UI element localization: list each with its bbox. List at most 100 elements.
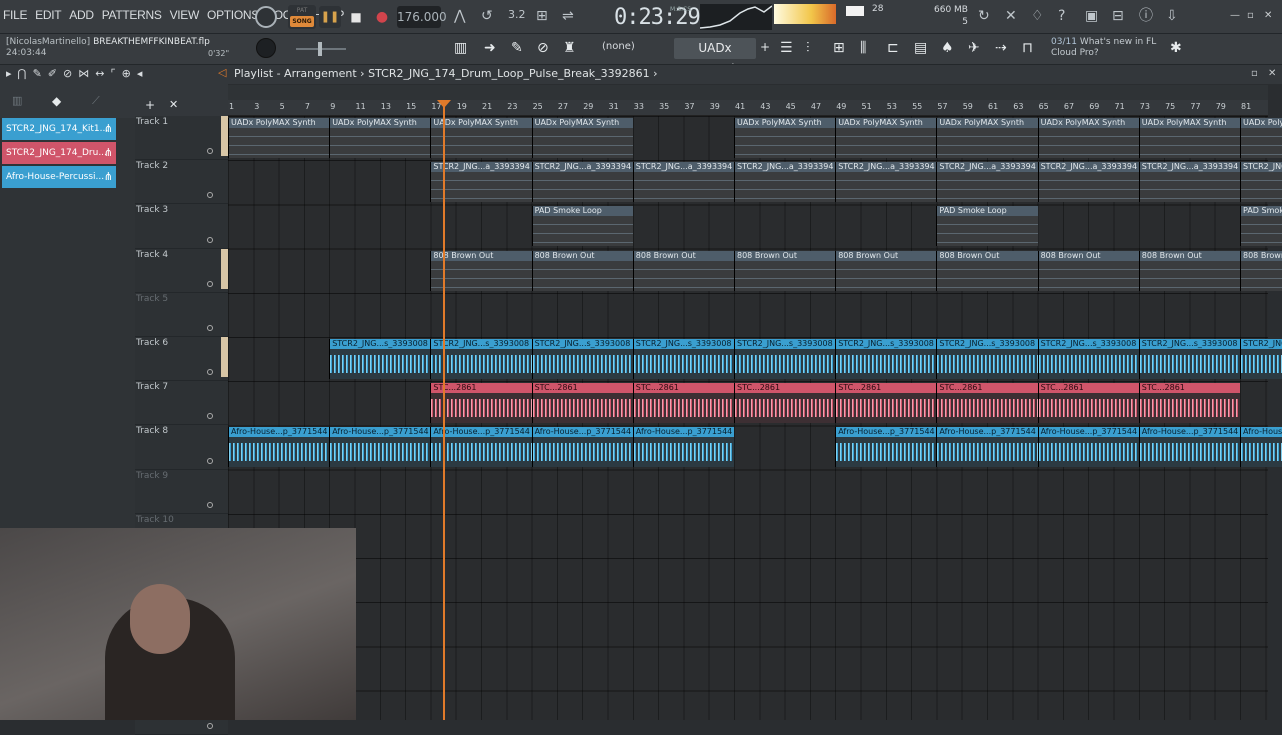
countdown-icon[interactable]: ⇌ — [562, 9, 574, 23]
playlist-clip[interactable]: UADx PolyMAX Synth — [1037, 118, 1139, 158]
track-header[interactable]: Track 5 — [135, 292, 228, 337]
playlist-clip[interactable]: STCR2_JNG...s_3393008 — [430, 339, 532, 379]
waveform-icon[interactable]: ◆ — [52, 94, 61, 108]
playlist-clip[interactable]: 808 Brown Out — [632, 250, 734, 291]
slip-tool-icon[interactable]: ↔ — [95, 67, 110, 80]
track-header[interactable]: Track 4 — [135, 248, 228, 293]
menu-edit[interactable]: EDIT — [34, 8, 62, 22]
metronome-icon[interactable]: ⋀ — [454, 9, 465, 23]
playlist-clip[interactable]: STCR2_JNG...s_3393008 — [734, 339, 836, 379]
cart-icon[interactable]: ⊓ — [1022, 40, 1033, 56]
browser-icon[interactable]: ⊏ — [887, 40, 899, 56]
playlist-clip[interactable]: Afro-House...p_3771544 — [835, 427, 937, 468]
playlist-clip[interactable]: Afro-House...p_3771544 — [1037, 427, 1139, 468]
typing-keyboard-icon[interactable]: ⊞ — [536, 9, 548, 23]
playlist-maximize-icon[interactable]: ▫ — [1251, 68, 1258, 79]
song-overview[interactable] — [228, 85, 1268, 100]
back-arrow-icon[interactable]: ◁ — [218, 66, 226, 79]
track-mute-dot[interactable] — [207, 501, 213, 508]
playlist-clip[interactable]: UADx PolyMAX Synth — [228, 118, 330, 158]
track-header[interactable]: Track 6 — [135, 336, 228, 382]
playlist-clip[interactable]: STCR2_JNG...s_3393008 — [329, 339, 431, 379]
step-edit-icon[interactable]: 3.2 — [508, 9, 526, 20]
playlist-clip[interactable]: Afro-House...p_3771544 — [1138, 427, 1240, 468]
playlist-clip[interactable]: PAD Smoke Loop — [936, 206, 1038, 247]
grid-icon[interactable]: ▥ — [12, 94, 22, 107]
playlist-clip[interactable]: STCR2_JNG...s_3393008 — [1138, 339, 1240, 379]
delete-tool-icon[interactable]: ⊘ — [63, 67, 78, 80]
track-mute-dot[interactable] — [207, 148, 213, 155]
playlist-clip[interactable]: STCR2_JNG...s_3393008 — [531, 339, 633, 379]
clip-item[interactable]: Afro-House-Percussi... ⋔ — [2, 166, 116, 188]
playlist-clip[interactable]: UADx PolyMAX Synth — [1138, 118, 1240, 158]
playlist-clip[interactable]: STCR2_JNG...a_3393394 — [1240, 162, 1282, 203]
playlist-clip[interactable]: Afro-House...p_3771544 — [936, 427, 1038, 468]
main-pitch-knob[interactable] — [256, 38, 276, 58]
info-icon[interactable]: ⓘ — [1139, 9, 1153, 23]
track-mute-dot[interactable] — [207, 280, 213, 287]
help-icon[interactable]: ? — [1058, 9, 1065, 23]
close-icon[interactable]: ✕ — [1264, 10, 1272, 21]
news-panel[interactable]: 03/11 What's new in FL Cloud Pro? — [1051, 37, 1156, 59]
playlist-clip[interactable]: STCR2_JNG...s_3393008 — [936, 339, 1038, 379]
track-header[interactable]: Track 1 — [135, 116, 228, 161]
master-volume-knob[interactable] — [255, 6, 277, 28]
settings-icon[interactable]: ✱ — [1170, 40, 1182, 56]
playlist-clip[interactable]: STC...2861 — [835, 383, 937, 424]
record-audio-icon[interactable]: ⇢ — [995, 40, 1007, 56]
slider-handle[interactable] — [318, 42, 322, 56]
magnet-icon[interactable]: ⋂ — [18, 67, 33, 80]
playlist-grid[interactable]: UADx PolyMAX Synth UADx PolyMAX Synth UADx… — [228, 116, 1282, 720]
playlist-clip[interactable]: Afro-House...p_3771544 — [329, 427, 431, 468]
playhead[interactable] — [443, 100, 445, 720]
draw-tool-icon[interactable]: ✎ — [33, 67, 48, 80]
playlist-clip[interactable]: 808 Brown Out — [936, 250, 1038, 291]
playlist-clip[interactable]: UADx PolyMAX Synth — [1240, 118, 1282, 158]
piano-icon[interactable]: ⫼ — [860, 40, 866, 56]
mixer-icon[interactable]: ⊞ — [833, 40, 845, 56]
tempo-display[interactable]: 176.000 — [397, 6, 447, 28]
playlist-clip[interactable]: Afro-House...p_3771544 — [1240, 427, 1282, 468]
undo-icon[interactable]: ↻ — [978, 9, 990, 23]
playlist-close-icon[interactable]: ✕ — [1268, 68, 1276, 79]
playlist-clip[interactable]: PAD Smoke Loop — [1240, 206, 1282, 247]
playlist-clip[interactable]: STC...2861 — [734, 383, 836, 424]
playlist-icon[interactable]: ☰ — [780, 40, 793, 56]
playlist-clip[interactable]: STC...2861 — [1138, 383, 1240, 424]
playlist-clip[interactable]: STC...2861 — [632, 383, 734, 424]
menu-view[interactable]: VIEW — [169, 8, 200, 22]
playlist-clip[interactable]: Afro-House...p_3771544 — [531, 427, 633, 468]
brush-icon[interactable]: ✈ — [968, 40, 980, 56]
menu-add[interactable]: ADD — [68, 8, 94, 22]
paint-tool-icon[interactable]: ✐ — [48, 67, 63, 80]
plugin-icon[interactable]: ⊟ — [1112, 9, 1124, 23]
crossfade-icon[interactable]: ✕ — [1005, 9, 1017, 23]
current-pattern[interactable]: STCR2_JNG_174_Drum_Loop_Pulse_Break_3392… — [368, 67, 650, 80]
play-icon[interactable]: ▸ — [6, 67, 18, 80]
mute-tool-icon[interactable]: ⋈ — [78, 67, 95, 80]
playlist-clip[interactable]: STCR2_JNG...a_3393394 — [531, 162, 633, 203]
playlist-clip[interactable]: 808 Brown Out — [1037, 250, 1139, 291]
save-icon[interactable]: ▣ — [1085, 9, 1098, 23]
playlist-clip[interactable]: UADx PolyMAX Synth — [835, 118, 937, 158]
playhead-marker[interactable] — [437, 100, 451, 108]
playlist-clip[interactable]: 808 Brown Out — [1240, 250, 1282, 291]
playlist-clip[interactable]: STC...2861 — [1037, 383, 1139, 424]
clip-item[interactable]: STCR2_JNG_174_Kit1... ⋔ — [2, 118, 116, 140]
track-mute-dot[interactable] — [207, 413, 213, 420]
playlist-clip[interactable]: STCR2_JNG...s_3393008 — [1037, 339, 1139, 379]
pat-song-toggle[interactable]: PAT SONG — [288, 5, 316, 29]
remove-track-icon[interactable]: ✕ — [169, 98, 178, 111]
track-header[interactable]: Track 7 — [135, 381, 228, 426]
piano-roll-icon[interactable]: ▥ — [454, 40, 467, 56]
record-button[interactable]: ● — [371, 6, 393, 28]
playlist-clip[interactable]: STCR2_JNG...a_3393394 — [1037, 162, 1139, 203]
loop-record-icon[interactable]: ↺ — [481, 9, 493, 23]
playlist-clip[interactable]: STCR2_JNG...a_3393394 — [1138, 162, 1240, 203]
playlist-clip[interactable]: 808 Brown Out — [430, 250, 532, 291]
playlist-clip[interactable]: STCR2_JNG...s_3393008 — [1240, 339, 1282, 379]
arrow-icon[interactable]: ➜ — [484, 40, 496, 56]
playlist-clip[interactable]: STCR2_JNG...a_3393394 — [632, 162, 734, 203]
playlist-clip[interactable]: STCR2_JNG...a_3393394 — [835, 162, 937, 203]
timeline-ruler[interactable]: 1 3 5 7 9 11 13 15 17 19 21 23 25 27 29 31 33 35 37 39 41 43 4… — [228, 100, 1268, 116]
